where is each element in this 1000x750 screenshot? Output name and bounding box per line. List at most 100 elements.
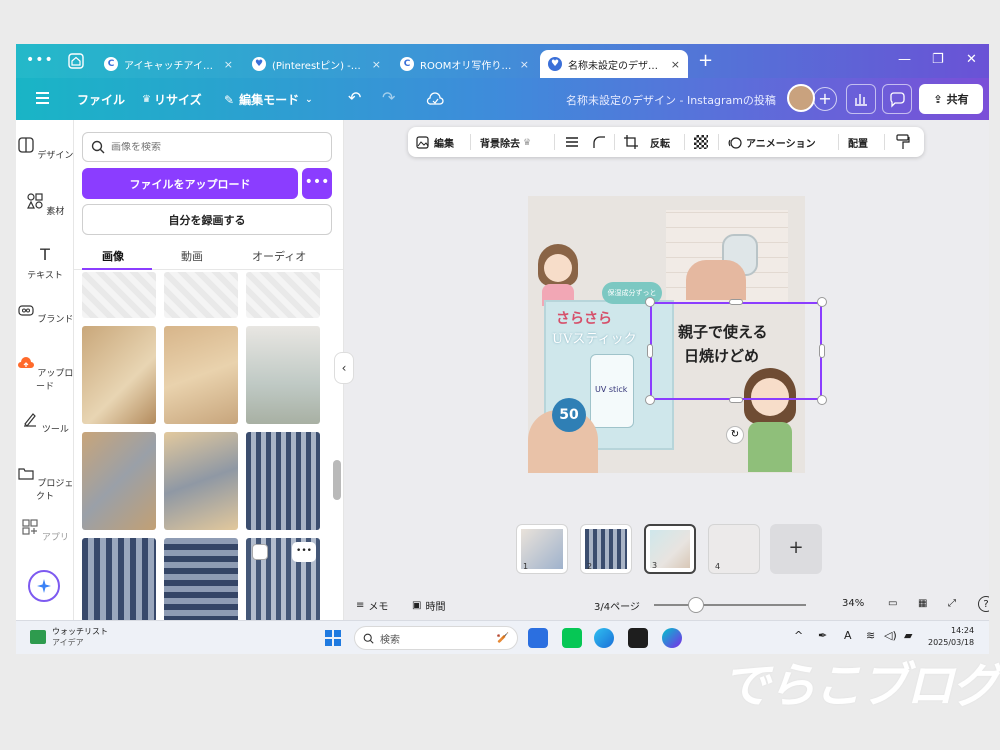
position-button[interactable]: 配置 [848,135,868,150]
resize-handle[interactable] [729,397,743,403]
canva-app-icon[interactable] [662,628,682,648]
help-button[interactable]: ? [978,596,989,612]
cloud-save-icon[interactable] [426,92,444,106]
window-close-icon[interactable]: ✕ [966,52,977,67]
upload-thumbnail[interactable] [82,272,156,318]
upload-thumbnail[interactable] [82,432,156,530]
ime-icon[interactable]: A [844,629,852,642]
select-checkbox[interactable] [252,544,268,560]
clip-studio-app-icon[interactable] [628,628,648,648]
chevron-up-icon[interactable]: ^ [794,629,803,642]
close-icon[interactable]: × [372,58,381,71]
close-icon[interactable]: × [671,58,680,71]
notes-button[interactable]: ≡ メモ [356,598,388,613]
redo-icon[interactable]: ↷ [382,88,395,107]
corner-rounding-icon[interactable] [592,135,606,149]
battery-icon[interactable]: ▰ [904,629,912,642]
zoom-slider-knob[interactable] [688,597,704,613]
page-thumbnail-active[interactable]: 3 [644,524,696,574]
upload-thumbnail[interactable] [164,432,238,530]
line-app-icon[interactable] [562,628,582,648]
undo-icon[interactable]: ↶ [348,88,361,107]
new-tab-button[interactable]: + [698,50,713,71]
tab-videos[interactable]: 動画 [181,248,203,264]
paint-roller-icon[interactable] [896,134,910,150]
browser-tab[interactable]: C アイキャッチアイデ... × [96,50,241,78]
edit-mode-dropdown[interactable]: ✎ 編集モード ⌄ [224,91,313,108]
transparency-icon[interactable] [694,135,708,149]
maximize-icon[interactable]: ❐ [932,52,944,67]
close-icon[interactable]: × [224,58,233,71]
browser-tab-active[interactable]: ♥ 名称未設定のデザイ... × [540,50,688,78]
page-view-icon[interactable]: ▭ [888,598,897,609]
volume-icon[interactable]: ◁) [884,629,897,642]
tile-photo[interactable] [666,210,788,302]
rail-item-tools[interactable]: ツール [16,410,74,435]
page-thumbnail[interactable]: 1 [516,524,568,574]
resize-handle[interactable] [817,297,827,307]
upload-thumbnail[interactable] [246,272,320,318]
bg-remover-button[interactable]: 背景除去 ♛ [480,135,531,151]
collapse-panel-button[interactable]: ‹ [334,352,354,384]
edge-app-icon[interactable] [594,628,614,648]
selection-box[interactable] [650,302,822,400]
upload-thumbnail[interactable] [82,538,156,620]
flip-button[interactable]: 反転 [650,135,670,150]
zoom-slider[interactable] [654,604,806,606]
home-icon[interactable] [68,53,84,69]
upload-thumbnail[interactable] [164,326,238,424]
upload-files-button[interactable]: ファイルをアップロード [82,168,298,199]
fullscreen-icon[interactable]: ⤢ [948,598,956,609]
resize-handle[interactable] [817,395,827,405]
comment-button[interactable] [882,84,912,114]
rail-item-uploads[interactable]: アップロード [16,354,74,392]
rail-item-design[interactable]: デザイン [16,136,74,161]
rail-item-apps[interactable]: アプリ [16,518,74,543]
resize-handle[interactable] [645,395,655,405]
animate-button[interactable]: アニメーション [728,135,816,150]
page-indicator[interactable]: 3/4ページ [594,598,640,613]
resize-button[interactable]: ♛ リサイズ [142,91,202,108]
resize-handle[interactable] [819,344,825,358]
insights-button[interactable] [846,84,876,114]
close-icon[interactable]: × [520,58,529,71]
crop-icon[interactable] [624,135,638,149]
record-yourself-button[interactable]: 自分を録画する [82,204,332,235]
page-thumbnail[interactable]: 2 [580,524,632,574]
upload-thumbnail[interactable] [164,538,238,620]
windows-start-icon[interactable] [325,630,341,646]
share-button[interactable]: ⇪ 共有 [919,84,983,114]
browser-menu-icon[interactable]: ••• [26,52,54,68]
border-style-icon[interactable] [565,135,579,149]
upload-thumbnail[interactable] [246,326,320,424]
browser-tab[interactable]: ♥ (Pinterestピン) - Pi... × [244,50,389,78]
invite-plus-button[interactable]: + [813,87,837,111]
rail-item-elements[interactable]: 素材 [16,192,74,217]
minimize-icon[interactable]: — [898,52,911,67]
upload-thumbnail[interactable] [246,432,320,530]
add-page-button[interactable]: + [770,524,822,574]
panel-scrollbar[interactable] [333,460,341,500]
pen-icon[interactable]: ✒ [818,629,827,642]
rail-item-text[interactable]: T テキスト [16,246,74,282]
upload-thumbnail[interactable] [164,272,238,318]
upload-thumbnail[interactable]: ••• [246,538,320,620]
menu-icon[interactable] [36,92,49,107]
upload-thumbnail[interactable] [82,326,156,424]
rail-item-projects[interactable]: プロジェクト [16,464,74,502]
wifi-icon[interactable]: ≋ [866,629,875,642]
tab-images[interactable]: 画像 [102,248,124,264]
resize-handle[interactable] [645,297,655,307]
rotate-icon[interactable]: ↻ [726,426,744,444]
document-title[interactable]: 名称未設定のデザイン - Instagramの投稿 [566,92,776,108]
taskbar-search[interactable]: 検索 🏏 [354,626,518,650]
notepad-app-icon[interactable] [528,628,548,648]
zoom-level[interactable]: 34% [842,598,864,609]
resize-handle[interactable] [647,344,653,358]
grid-view-icon[interactable]: ▦ [918,598,927,609]
thumbnail-more-button[interactable]: ••• [292,542,316,562]
upload-more-button[interactable]: ••• [302,168,332,199]
file-menu[interactable]: ファイル [77,91,125,108]
watchlist-widget[interactable]: ウォッチリスト アイデア [30,626,108,648]
page-thumbnail[interactable]: 4 [708,524,760,574]
